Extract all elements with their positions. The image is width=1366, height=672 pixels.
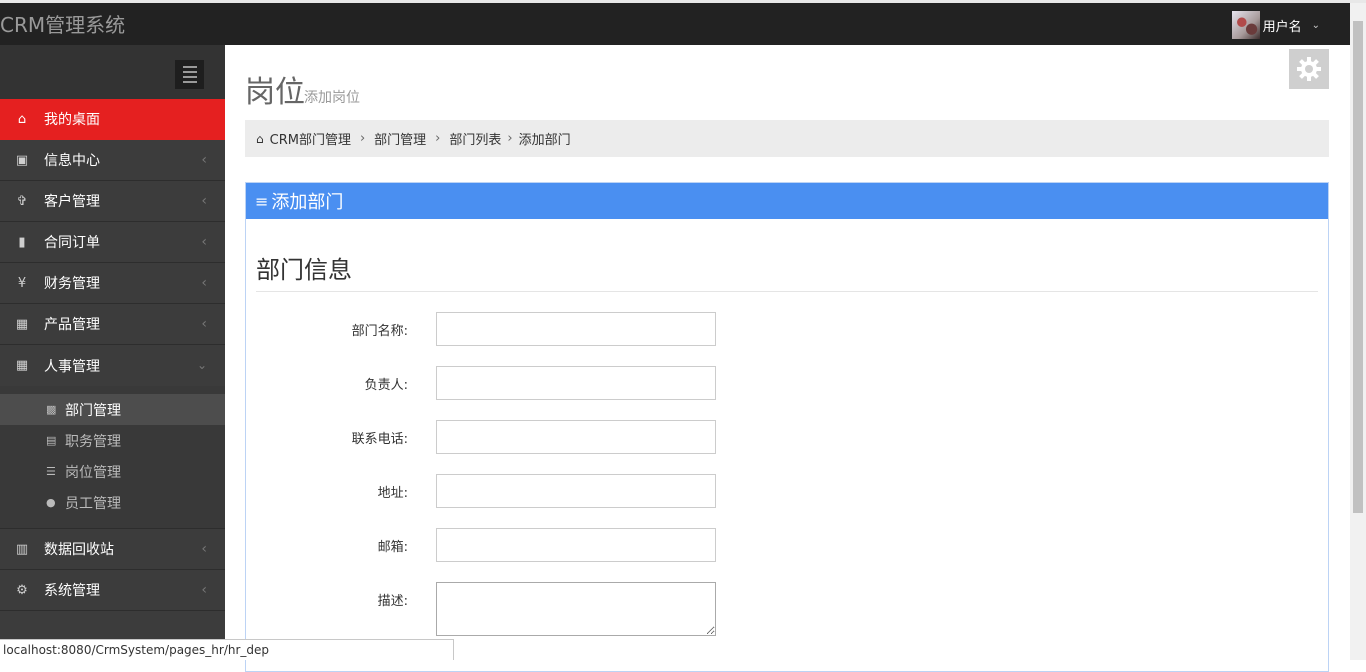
home-icon: ⌂ — [17, 111, 27, 127]
submenu-item-label: 岗位管理 — [65, 464, 121, 481]
settings-button[interactable] — [1289, 49, 1329, 89]
phone-input[interactable] — [436, 420, 716, 454]
sidebar-item-label: 产品管理 — [44, 317, 100, 333]
yen-icon: ¥ — [17, 275, 27, 291]
hr-submenu: ▩ 部门管理 ▤ 职务管理 ☰ 岗位管理 ● 员工管理 — [0, 386, 225, 529]
user-menu[interactable]: 用户名 ⌄ — [1231, 11, 1320, 39]
breadcrumb: ⌂ CRM部门管理 › 部门管理 › 部门列表 › 添加部门 — [245, 120, 1329, 157]
sidebar-item-label: 人事管理 — [44, 358, 100, 375]
bars-icon: ≡ — [255, 191, 269, 211]
email-label: 邮箱: — [377, 540, 408, 555]
department-name-input[interactable] — [436, 312, 716, 346]
section-divider — [256, 291, 1318, 292]
chevron-left-icon: ‹ — [201, 193, 207, 209]
section-title: 部门信息 — [256, 256, 352, 284]
submenu-item-departments[interactable]: ▩ 部门管理 — [0, 394, 225, 425]
panel-title: 添加部门 — [271, 192, 344, 213]
chevron-down-icon: ⌄ — [1311, 19, 1320, 31]
department-name-label: 部门名称: — [351, 324, 408, 339]
sidebar-item-hr[interactable]: ▦ 人事管理 ⌄ — [0, 345, 225, 386]
add-department-panel: ≡ 添加部门 部门信息 部门名称: 负责人: 联系电话: 地址: 邮箱: 描述: — [245, 182, 1329, 672]
scrollbar-thumb[interactable] — [1353, 21, 1363, 513]
sidebar-item-label: 系统管理 — [44, 583, 100, 599]
sidebar-item-desktop[interactable]: ⌂ 我的桌面 — [0, 99, 225, 140]
youtube-icon: ▣ — [15, 152, 29, 168]
page-title-text: 岗位 — [245, 75, 305, 110]
gear-icon — [1297, 57, 1321, 81]
sidebar-toggle-area — [0, 45, 225, 99]
male-icon: ✞ — [16, 193, 28, 209]
submenu-item-posts[interactable]: ☰ 岗位管理 — [0, 456, 225, 487]
sidebar-item-label: 客户管理 — [44, 194, 100, 210]
trash-icon: ▥ — [15, 541, 29, 557]
sidebar-item-customers[interactable]: ✞ 客户管理 ‹ — [0, 181, 225, 222]
chevron-left-icon: ‹ — [201, 582, 207, 598]
submenu-item-label: 员工管理 — [65, 495, 121, 512]
description-textarea[interactable] — [436, 582, 716, 636]
manager-label: 负责人: — [364, 378, 408, 393]
gear-icon: ⚙ — [16, 582, 28, 598]
bars-icon-line — [182, 71, 197, 73]
sidebar-item-system[interactable]: ⚙ 系统管理 ‹ — [0, 570, 225, 611]
breadcrumb-separator: › — [435, 131, 441, 146]
phone-label: 联系电话: — [351, 432, 408, 447]
app-brand[interactable]: CRM管理系统 — [0, 9, 125, 38]
bars-icon-line — [182, 81, 197, 83]
breadcrumb-separator: › — [507, 131, 513, 146]
breadcrumb-item[interactable]: CRM部门管理 — [270, 129, 351, 148]
book-icon: ▮ — [18, 234, 26, 250]
chevron-left-icon: ‹ — [201, 234, 207, 250]
clipboard-icon: ▤ — [46, 434, 57, 447]
chevron-left-icon: ‹ — [201, 541, 207, 557]
bars-icon-line — [182, 76, 197, 78]
manager-input[interactable] — [436, 366, 716, 400]
page-scrollbar[interactable] — [1350, 3, 1366, 660]
chevron-left-icon: ‹ — [201, 316, 207, 332]
breadcrumb-item[interactable]: 部门管理 — [374, 129, 426, 148]
username[interactable]: 用户名 — [1263, 16, 1302, 35]
sidebar-item-products[interactable]: ▦ 产品管理 ‹ — [0, 304, 225, 345]
sidebar-item-contracts[interactable]: ▮ 合同订单 ‹ — [0, 222, 225, 263]
breadcrumb-current: 添加部门 — [518, 133, 571, 148]
breadcrumb-item[interactable]: 部门列表 — [449, 129, 501, 148]
email-input[interactable] — [436, 528, 716, 562]
sidebar-item-label: 合同订单 — [44, 235, 100, 251]
sidebar-item-label: 我的桌面 — [44, 112, 100, 128]
submenu-item-label: 职务管理 — [65, 433, 121, 450]
main-content: 岗位添加岗位 ⌂ CRM部门管理 › 部门管理 › 部门列表 › 添加部门 ≡ … — [225, 45, 1350, 672]
sidebar-item-finance[interactable]: ¥ 财务管理 ‹ — [0, 263, 225, 304]
description-label: 描述: — [377, 594, 408, 609]
submenu-item-positions[interactable]: ▤ 职务管理 — [0, 425, 225, 456]
page-title: 岗位添加岗位 — [245, 67, 360, 111]
chevron-down-icon: ⌄ — [196, 358, 207, 372]
sidebar: ⌂ 我的桌面 ▣ 信息中心 ‹ ✞ 客户管理 ‹ ▮ 合同订单 ‹ ¥ 财务管理… — [0, 45, 225, 660]
submenu-item-label: 部门管理 — [65, 402, 121, 419]
gamepad-icon: ▩ — [46, 403, 57, 416]
users-icon: ● — [46, 496, 56, 509]
home-icon: ⌂ — [256, 131, 264, 146]
breadcrumb-separator: › — [359, 131, 366, 146]
chevron-left-icon: ‹ — [201, 152, 207, 168]
sidebar-item-label: 财务管理 — [44, 276, 100, 292]
avatar — [1231, 11, 1260, 39]
sidebar-item-label: 数据回收站 — [44, 542, 114, 558]
top-navbar: CRM管理系统 用户名 ⌄ — [0, 0, 1366, 45]
table-icon: ▦ — [15, 316, 29, 332]
panel-header: ≡ 添加部门 — [246, 183, 1328, 219]
indent-icon: ☰ — [46, 465, 56, 478]
table-icon: ▦ — [15, 358, 29, 373]
browser-status-url: localhost:8080/CrmSystem/pages_hr/hr_dep — [0, 639, 454, 660]
sidebar-item-recycle-bin[interactable]: ▥ 数据回收站 ‹ — [0, 529, 225, 570]
menu-toggle-button[interactable] — [175, 60, 204, 89]
chevron-left-icon: ‹ — [201, 275, 207, 291]
sidebar-item-info-center[interactable]: ▣ 信息中心 ‹ — [0, 140, 225, 181]
bars-icon — [182, 66, 197, 68]
sidebar-item-label: 信息中心 — [44, 153, 100, 169]
page-subtitle: 添加岗位 — [304, 90, 360, 106]
address-label: 地址: — [377, 486, 408, 501]
submenu-item-employees[interactable]: ● 员工管理 — [0, 487, 225, 518]
address-input[interactable] — [436, 474, 716, 508]
